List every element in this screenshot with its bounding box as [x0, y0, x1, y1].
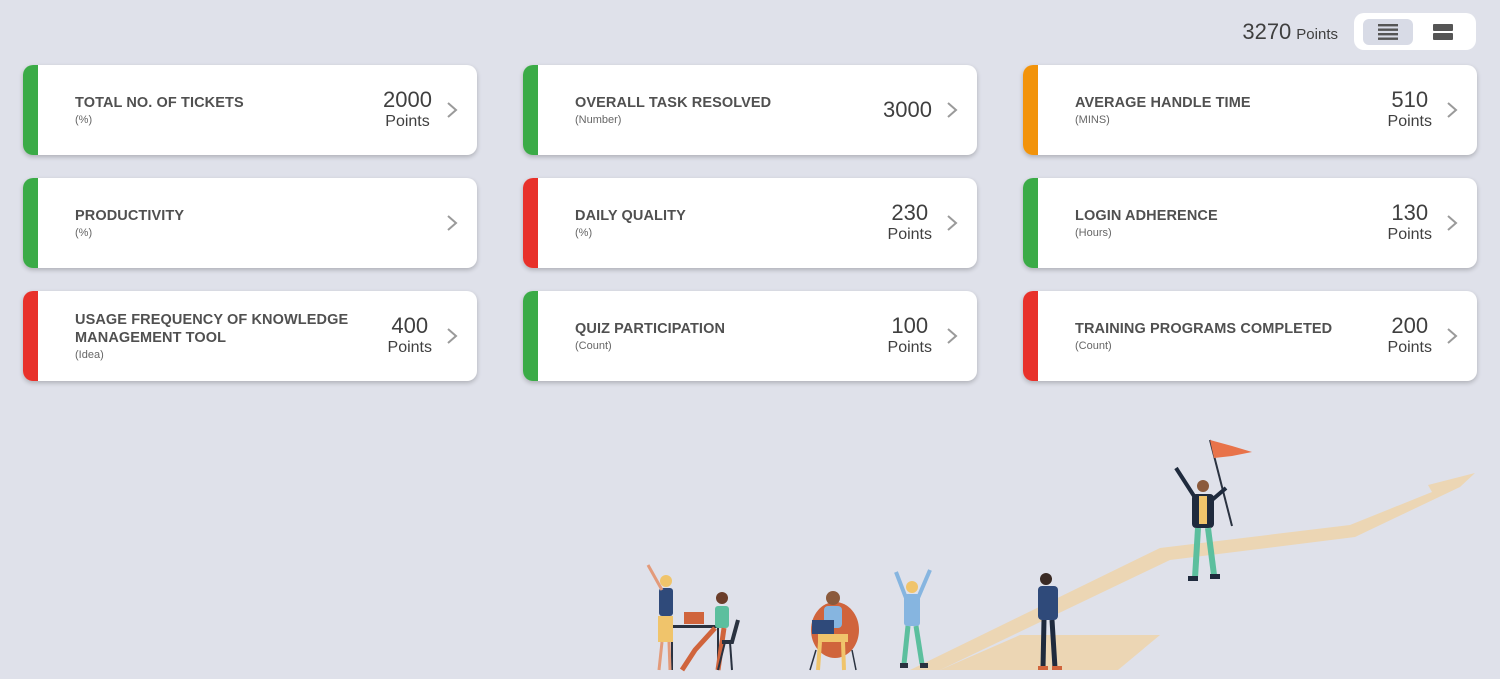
- kpi-value-unit: Points: [887, 226, 932, 243]
- chevron-right-icon[interactable]: [945, 327, 959, 345]
- status-stripe: [23, 178, 38, 268]
- kpi-title: AVERAGE HANDLE TIME: [1075, 95, 1251, 111]
- status-stripe: [1023, 65, 1038, 155]
- kpi-subtitle: (Hours): [1075, 227, 1112, 239]
- kpi-value-unit: Points: [1387, 339, 1432, 356]
- chevron-right-icon[interactable]: [945, 214, 959, 232]
- kpi-value: 200 Points: [1388, 291, 1432, 381]
- kpi-card-text: DAILY QUALITY (%): [575, 178, 865, 268]
- kpi-card-training-programs-completed[interactable]: TRAINING PROGRAMS COMPLETED (Count) 200 …: [1023, 291, 1477, 381]
- kpi-subtitle: (%): [75, 227, 93, 239]
- kpi-card-text: USAGE FREQUENCY OF KNOWLEDGE MANAGEMENT …: [75, 291, 365, 381]
- chevron-right-icon[interactable]: [945, 101, 959, 119]
- chevron-right-icon[interactable]: [445, 214, 459, 232]
- kpi-title: OVERALL TASK RESOLVED: [575, 95, 772, 111]
- list-view-icon: [1377, 23, 1398, 40]
- list-view-button[interactable]: [1362, 18, 1413, 45]
- top-bar: 3270 Points: [1242, 13, 1476, 50]
- kpi-card-text: OVERALL TASK RESOLVED (Number): [575, 65, 865, 155]
- kpi-card-total-no-of-tickets[interactable]: TOTAL NO. OF TICKETS (%) 2000 Points: [23, 65, 477, 155]
- kpi-card-login-adherence[interactable]: LOGIN ADHERENCE (Hours) 130 Points: [1023, 178, 1477, 268]
- chevron-right-icon[interactable]: [1445, 101, 1459, 119]
- kpi-value-number: 400: [391, 313, 429, 338]
- kpi-title: PRODUCTIVITY: [75, 208, 185, 224]
- kpi-value-number: 510: [1391, 87, 1429, 112]
- kpi-subtitle: (Number): [575, 114, 622, 126]
- total-points-unit: Points: [1296, 25, 1338, 43]
- status-stripe: [523, 65, 538, 155]
- kpi-card-text: LOGIN ADHERENCE (Hours): [1075, 178, 1365, 268]
- kpi-value-number: 3000: [883, 97, 932, 122]
- card-view-icon: [1432, 23, 1453, 40]
- team-success-illustration: [646, 439, 1475, 672]
- chevron-right-icon[interactable]: [445, 101, 459, 119]
- kpi-subtitle: (%): [575, 227, 593, 239]
- kpi-value: 2000 Points: [383, 65, 432, 155]
- view-toggle: [1354, 13, 1476, 50]
- chevron-right-icon[interactable]: [445, 327, 459, 345]
- kpi-value-number: 200: [1391, 313, 1429, 338]
- kpi-title: LOGIN ADHERENCE: [1075, 208, 1218, 224]
- card-view-button[interactable]: [1418, 19, 1468, 45]
- kpi-value: 130 Points: [1388, 178, 1432, 268]
- kpi-subtitle: (Idea): [75, 349, 104, 361]
- kpi-value-unit: Points: [387, 339, 432, 356]
- kpi-value: 510 Points: [1388, 65, 1432, 155]
- kpi-value: 3000: [883, 65, 932, 155]
- kpi-card-daily-quality[interactable]: DAILY QUALITY (%) 230 Points: [523, 178, 977, 268]
- kpi-title: DAILY QUALITY: [575, 208, 686, 224]
- kpi-value-number: 230: [891, 200, 929, 225]
- kpi-card-text: AVERAGE HANDLE TIME (MINS): [1075, 65, 1365, 155]
- kpi-subtitle: (%): [75, 114, 93, 126]
- kpi-card-usage-frequency-of-knowledge-management-tool[interactable]: USAGE FREQUENCY OF KNOWLEDGE MANAGEMENT …: [23, 291, 477, 381]
- kpi-card-text: PRODUCTIVITY (%): [75, 178, 365, 268]
- kpi-value: 100 Points: [888, 291, 932, 381]
- chevron-right-icon[interactable]: [1445, 214, 1459, 232]
- kpi-value-number: 2000: [383, 87, 432, 112]
- total-points: 3270 Points: [1242, 19, 1338, 45]
- chevron-right-icon[interactable]: [1445, 327, 1459, 345]
- kpi-value-unit: Points: [887, 339, 932, 356]
- status-stripe: [523, 291, 538, 381]
- total-points-value: 3270: [1242, 18, 1292, 44]
- status-stripe: [1023, 178, 1038, 268]
- kpi-subtitle: (Count): [575, 340, 612, 352]
- kpi-card-average-handle-time[interactable]: AVERAGE HANDLE TIME (MINS) 510 Points: [1023, 65, 1477, 155]
- kpi-value: 230 Points: [888, 178, 932, 268]
- status-stripe: [523, 178, 538, 268]
- kpi-title: TOTAL NO. OF TICKETS: [75, 95, 244, 111]
- status-stripe: [23, 65, 38, 155]
- kpi-card-text: TRAINING PROGRAMS COMPLETED (Count): [1075, 291, 1365, 381]
- kpi-subtitle: (Count): [1075, 340, 1112, 352]
- kpi-card-overall-task-resolved[interactable]: OVERALL TASK RESOLVED (Number) 3000: [523, 65, 977, 155]
- kpi-title: TRAINING PROGRAMS COMPLETED: [1075, 321, 1333, 337]
- kpi-card-text: TOTAL NO. OF TICKETS (%): [75, 65, 365, 155]
- kpi-title: QUIZ PARTICIPATION: [575, 321, 726, 337]
- kpi-card-grid: TOTAL NO. OF TICKETS (%) 2000 Points OVE…: [23, 65, 1477, 381]
- kpi-value-number: 100: [891, 313, 929, 338]
- kpi-title: USAGE FREQUENCY OF KNOWLEDGE MANAGEMENT …: [75, 312, 349, 346]
- kpi-value-unit: Points: [1387, 226, 1432, 243]
- kpi-value: 400 Points: [388, 291, 432, 381]
- kpi-card-text: QUIZ PARTICIPATION (Count): [575, 291, 865, 381]
- status-stripe: [23, 291, 38, 381]
- kpi-subtitle: (MINS): [1075, 114, 1110, 126]
- kpi-value-unit: Points: [1387, 113, 1432, 130]
- kpi-card-quiz-participation[interactable]: QUIZ PARTICIPATION (Count) 100 Points: [523, 291, 977, 381]
- kpi-value-number: 130: [1391, 200, 1429, 225]
- kpi-card-productivity[interactable]: PRODUCTIVITY (%): [23, 178, 477, 268]
- status-stripe: [1023, 291, 1038, 381]
- kpi-value-unit: Points: [385, 113, 430, 130]
